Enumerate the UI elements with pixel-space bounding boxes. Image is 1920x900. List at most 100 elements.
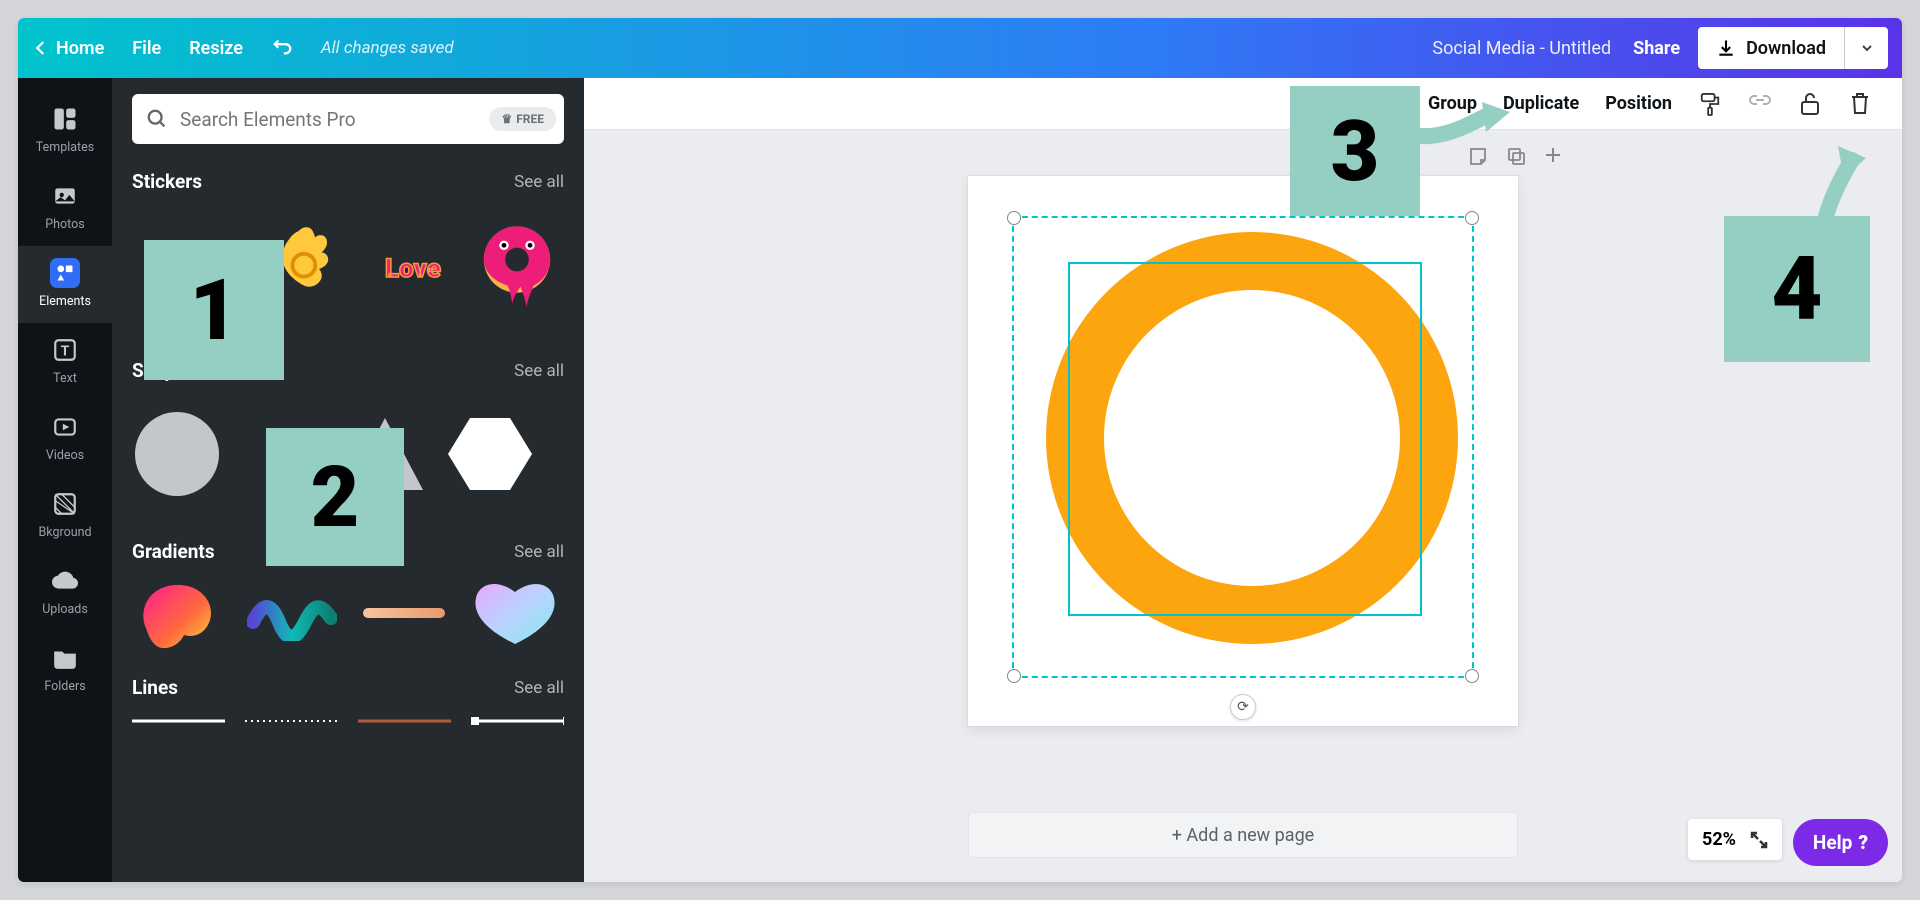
- selection-box-inner[interactable]: [1068, 262, 1422, 616]
- resize-menu[interactable]: Resize: [189, 38, 243, 59]
- chevron-down-icon: [1859, 40, 1875, 56]
- gradient-item[interactable]: [132, 575, 230, 650]
- undo-button[interactable]: [271, 35, 293, 62]
- lock-button[interactable]: [1798, 92, 1822, 116]
- lines-section: Lines See all: [132, 676, 564, 731]
- duplicate-button[interactable]: Duplicate: [1503, 93, 1579, 114]
- link-button[interactable]: [1748, 92, 1772, 116]
- search-bar: ♛ FREE: [132, 94, 564, 144]
- search-input[interactable]: [178, 107, 479, 132]
- nav-folders-label: Folders: [44, 679, 85, 694]
- nav-bkground[interactable]: Bkground: [18, 477, 112, 554]
- home-label: Home: [56, 38, 104, 59]
- donut-icon: [475, 224, 559, 314]
- nav-elements[interactable]: Elements: [18, 246, 112, 323]
- save-status: All changes saved: [321, 38, 454, 58]
- expand-icon: [1750, 831, 1768, 849]
- nav-videos-label: Videos: [46, 448, 84, 463]
- gradients-see-all[interactable]: See all: [514, 542, 564, 562]
- canvas-page[interactable]: ⟳: [968, 176, 1518, 726]
- canvas-stage[interactable]: ⟳ + Add a new page 52% Help ?: [584, 130, 1902, 882]
- zoom-value: 52%: [1702, 829, 1736, 850]
- lines-see-all[interactable]: See all: [514, 678, 564, 698]
- svg-text:T: T: [61, 343, 70, 359]
- annotation-4: 4: [1724, 216, 1870, 362]
- annotation-1: 1: [144, 240, 284, 380]
- gradients-title: Gradients: [132, 540, 215, 563]
- file-menu[interactable]: File: [132, 38, 161, 59]
- delete-button[interactable]: [1848, 92, 1872, 116]
- zoom-control[interactable]: 52%: [1688, 819, 1782, 860]
- nav-text[interactable]: T Text: [18, 323, 112, 400]
- editor-area: Group Duplicate Position: [584, 78, 1902, 882]
- shape-circle[interactable]: [132, 409, 222, 499]
- add-page-button[interactable]: + Add a new page: [968, 812, 1518, 858]
- download-label: Download: [1746, 38, 1826, 59]
- download-dropdown[interactable]: [1844, 27, 1888, 69]
- paint-roller-icon: [1699, 92, 1721, 116]
- annotation-2: 2: [266, 428, 404, 566]
- trash-icon: [1850, 92, 1870, 116]
- bkground-icon: [50, 489, 80, 519]
- line-item[interactable]: [471, 711, 564, 731]
- shapes-see-all[interactable]: See all: [514, 361, 564, 381]
- top-bar: Home File Resize All changes saved Socia…: [18, 18, 1902, 78]
- nav-photos[interactable]: Photos: [18, 169, 112, 246]
- elements-icon: [50, 258, 80, 288]
- ok-hand-icon: [276, 224, 352, 314]
- gradient-item[interactable]: [355, 575, 453, 650]
- lines-title: Lines: [132, 676, 178, 699]
- nav-photos-label: Photos: [45, 217, 84, 232]
- resize-handle-br[interactable]: [1465, 669, 1479, 683]
- nav-folders[interactable]: Folders: [18, 631, 112, 708]
- svg-text:Love: Love: [385, 254, 441, 284]
- nav-templates[interactable]: Templates: [18, 92, 112, 169]
- link-icon: [1748, 94, 1772, 114]
- annotation-3: 3: [1290, 86, 1420, 216]
- download-icon: [1716, 38, 1736, 58]
- nav-uploads-label: Uploads: [42, 602, 88, 617]
- add-page-label: + Add a new page: [1172, 825, 1314, 846]
- gradient-item[interactable]: [467, 575, 565, 650]
- chevron-left-icon: [32, 39, 50, 57]
- annotation-3-arrow: [1416, 98, 1512, 152]
- free-badge[interactable]: ♛ FREE: [489, 107, 556, 131]
- position-button[interactable]: Position: [1605, 93, 1672, 114]
- love-text-icon: Love: [368, 244, 458, 294]
- download-button[interactable]: Download: [1698, 27, 1844, 69]
- rotate-handle[interactable]: ⟳: [1230, 694, 1256, 720]
- nav-uploads[interactable]: Uploads: [18, 554, 112, 631]
- gradient-item[interactable]: [244, 575, 342, 650]
- line-item[interactable]: [358, 711, 451, 731]
- resize-handle-tl[interactable]: [1007, 211, 1021, 225]
- resize-handle-tr[interactable]: [1465, 211, 1479, 225]
- line-item[interactable]: [132, 711, 225, 731]
- lock-open-icon: [1800, 92, 1820, 116]
- context-toolbar: Group Duplicate Position: [584, 78, 1902, 130]
- help-button[interactable]: Help ?: [1793, 819, 1888, 866]
- annotation-4-arrow: [1802, 142, 1872, 222]
- stickers-title: Stickers: [132, 170, 202, 193]
- line-item[interactable]: [245, 711, 338, 731]
- shape-hexagon[interactable]: [444, 409, 534, 499]
- photos-icon: [50, 181, 80, 211]
- copy-style-button[interactable]: [1698, 92, 1722, 116]
- help-label: Help: [1813, 831, 1852, 854]
- stickers-see-all[interactable]: See all: [514, 172, 564, 192]
- nav-bkground-label: Bkground: [38, 525, 91, 540]
- free-badge-label: FREE: [516, 112, 544, 126]
- document-title[interactable]: Social Media - Untitled: [1432, 38, 1611, 59]
- sticker-item[interactable]: Love: [368, 219, 458, 319]
- nav-videos[interactable]: Videos: [18, 400, 112, 477]
- nav-text-label: Text: [53, 371, 77, 386]
- search-icon: [146, 108, 168, 130]
- sticker-item[interactable]: [274, 219, 354, 319]
- sticker-item[interactable]: [472, 219, 562, 319]
- uploads-icon: [50, 566, 80, 596]
- home-button[interactable]: Home: [32, 38, 104, 59]
- undo-icon: [271, 35, 293, 57]
- resize-handle-bl[interactable]: [1007, 669, 1021, 683]
- nav-templates-label: Templates: [36, 140, 94, 155]
- page-add-button[interactable]: [1544, 146, 1562, 170]
- share-button[interactable]: Share: [1633, 38, 1680, 59]
